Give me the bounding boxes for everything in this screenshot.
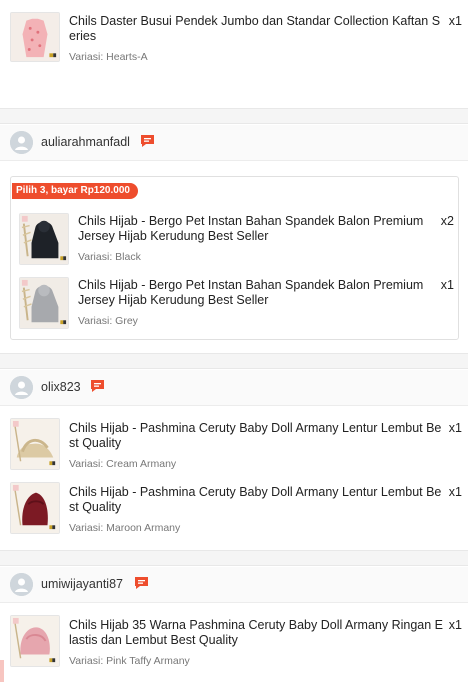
- section-divider: [0, 108, 468, 124]
- product-title[interactable]: Chils Hijab - Pashmina Ceruty Baby Doll …: [69, 485, 445, 515]
- chat-bubble-icon[interactable]: [90, 379, 105, 393]
- bundle-deal-box: Pilih 3, bayar Rp120.000 Chils Hijab - B…: [10, 176, 459, 340]
- user-avatar-icon[interactable]: [10, 376, 33, 399]
- product-title[interactable]: Chils Hijab - Bergo Pet Instan Bahan Spa…: [78, 214, 433, 244]
- scroll-edge-indicator: [0, 660, 4, 682]
- product-variant: Variasi: Black: [78, 251, 141, 263]
- product-title[interactable]: Chils Hijab - Pashmina Ceruty Baby Doll …: [69, 421, 445, 451]
- shop-header[interactable]: olix823: [0, 370, 468, 406]
- product-title[interactable]: Chils Hijab 35 Warna Pashmina Ceruty Bab…: [69, 618, 445, 648]
- product-variant: Variasi: Pink Taffy Armany: [69, 655, 190, 667]
- product-quantity: x1: [448, 421, 462, 435]
- product-item[interactable]: Chils Hijab - Pashmina Ceruty Baby Doll …: [0, 472, 468, 536]
- product-thumbnail[interactable]: [19, 213, 69, 265]
- product-thumbnail[interactable]: [10, 418, 60, 470]
- chat-bubble-icon[interactable]: [134, 576, 149, 590]
- product-thumbnail[interactable]: [19, 277, 69, 329]
- product-item[interactable]: Chils Hijab - Bergo Pet Instan Bahan Spa…: [11, 271, 458, 335]
- product-item[interactable]: Chils Hijab - Pashmina Ceruty Baby Doll …: [0, 408, 468, 472]
- product-quantity: x1: [448, 14, 462, 28]
- product-variant: Variasi: Cream Armany: [69, 458, 177, 470]
- product-thumbnail[interactable]: [10, 615, 60, 667]
- shop-name[interactable]: auliarahmanfadl: [41, 135, 130, 149]
- section-divider: [0, 353, 468, 369]
- product-item[interactable]: Chils Daster Busui Pendek Jumbo dan Stan…: [0, 0, 468, 64]
- bundle-deal-tag: Pilih 3, bayar Rp120.000: [12, 183, 138, 199]
- product-variant: Variasi: Hearts-A: [69, 51, 148, 63]
- shop-name[interactable]: olix823: [41, 380, 81, 394]
- product-title[interactable]: Chils Daster Busui Pendek Jumbo dan Stan…: [69, 14, 445, 44]
- chat-bubble-icon[interactable]: [140, 134, 155, 148]
- shop-name[interactable]: umiwijayanti87: [41, 577, 123, 591]
- product-quantity: x1: [440, 278, 454, 292]
- user-avatar-icon[interactable]: [10, 573, 33, 596]
- product-thumbnail[interactable]: [10, 482, 60, 534]
- shop-header[interactable]: umiwijayanti87: [0, 567, 468, 603]
- product-quantity: x1: [448, 618, 462, 632]
- product-title[interactable]: Chils Hijab - Bergo Pet Instan Bahan Spa…: [78, 278, 433, 308]
- product-variant: Variasi: Grey: [78, 315, 138, 327]
- product-variant: Variasi: Maroon Armany: [69, 522, 181, 534]
- shop-header[interactable]: auliarahmanfadl: [0, 125, 468, 161]
- section-divider: [0, 550, 468, 566]
- user-avatar-icon[interactable]: [10, 131, 33, 154]
- product-quantity: x1: [448, 485, 462, 499]
- product-item[interactable]: Chils Hijab - Bergo Pet Instan Bahan Spa…: [11, 207, 458, 271]
- product-thumbnail[interactable]: [10, 12, 60, 62]
- product-item[interactable]: Chils Hijab 35 Warna Pashmina Ceruty Bab…: [0, 605, 468, 669]
- product-quantity: x2: [440, 214, 454, 228]
